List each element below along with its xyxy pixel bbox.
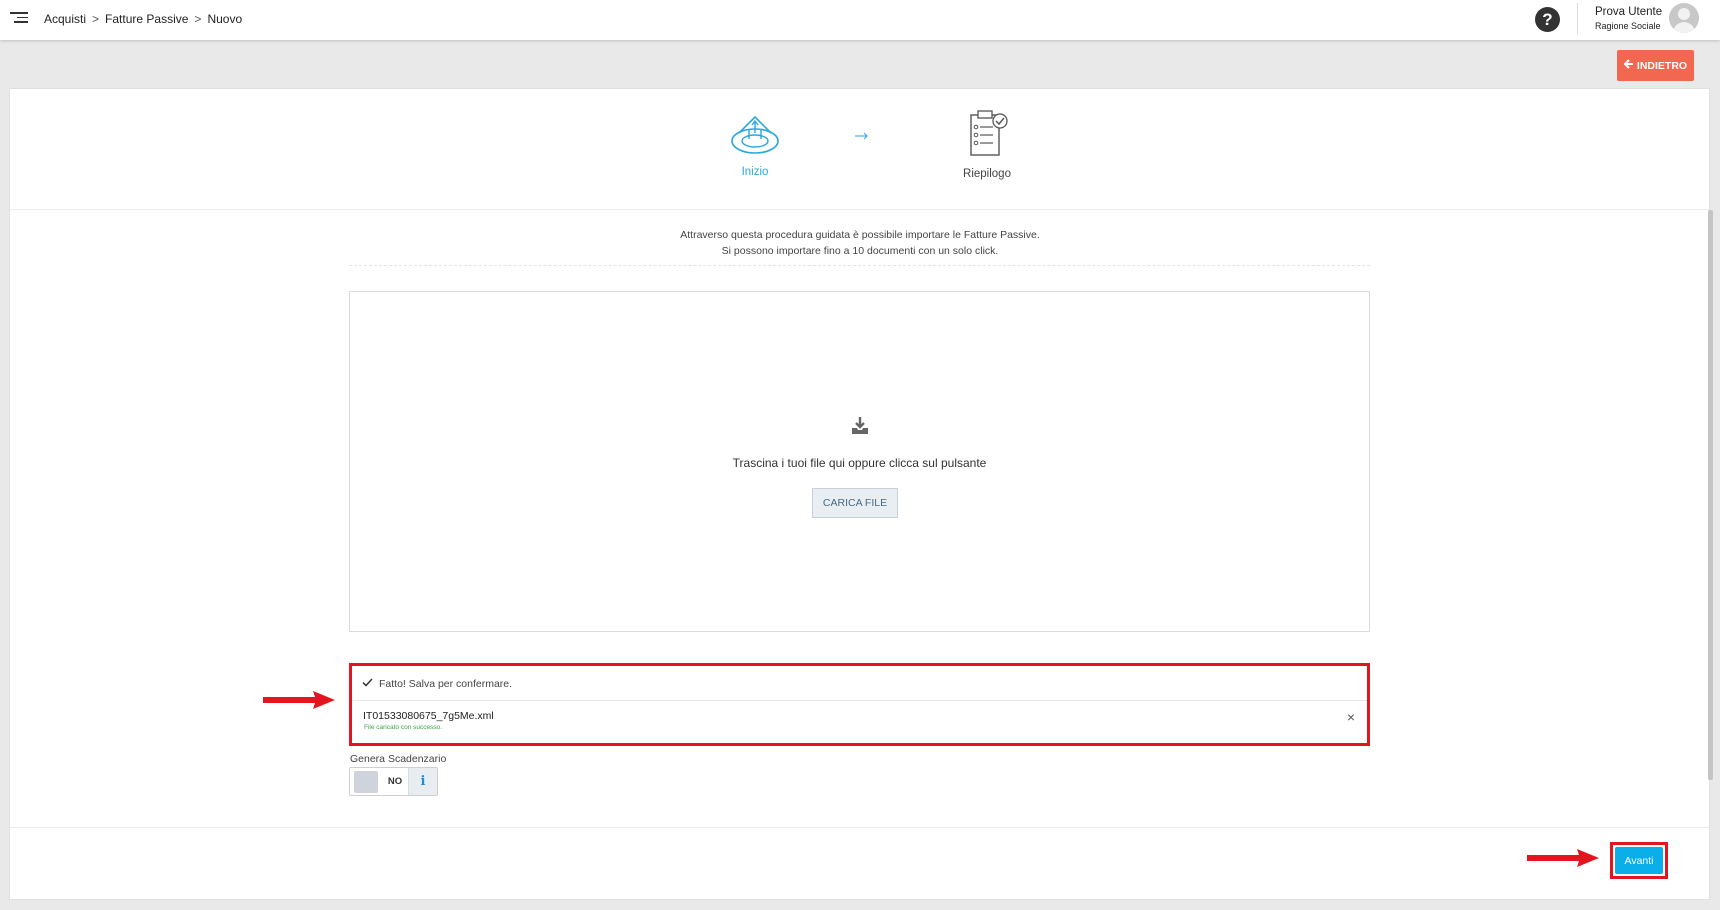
back-button[interactable]: INDIETRO — [1617, 50, 1694, 81]
uploaded-file-name: IT01533080675_7g5Me.xml — [363, 710, 494, 722]
next-button-highlight: Avanti — [1610, 842, 1668, 879]
remove-file-icon[interactable]: × — [1347, 710, 1355, 724]
divider — [352, 700, 1367, 701]
toggle-knob[interactable] — [354, 771, 378, 793]
divider — [10, 827, 1709, 828]
scadenzario-toggle[interactable]: NO i — [349, 767, 438, 796]
help-icon[interactable]: ? — [1535, 7, 1560, 32]
annotation-arrow-icon — [263, 691, 335, 709]
upload-status-text: Fatto! Salva per confermare. — [379, 678, 513, 690]
breadcrumb-item-nuovo: Nuovo — [207, 12, 243, 26]
breadcrumb-item-acquisti[interactable]: Acquisti — [44, 12, 86, 26]
top-bar: Acquisti > Fatture Passive > Nuovo ? Pro… — [0, 0, 1720, 40]
wizard-card: Inizio Riepilogo Attraverso questa proce… — [9, 88, 1710, 900]
menu-icon[interactable] — [10, 12, 28, 28]
arrow-right-icon — [855, 129, 869, 143]
step-label: Riepilogo — [963, 168, 1011, 180]
annotation-arrow-icon — [1527, 849, 1599, 867]
step-inizio[interactable]: Inizio — [710, 111, 800, 178]
file-dropzone[interactable]: Trascina i tuoi file qui oppure clicca s… — [349, 291, 1370, 632]
next-button[interactable]: Avanti — [1615, 847, 1663, 874]
header-divider — [1577, 3, 1578, 35]
breadcrumb-separator: > — [92, 12, 100, 26]
breadcrumb-item-fatture-passive[interactable]: Fatture Passive — [105, 12, 188, 26]
scadenzario-label: Genera Scadenzario — [350, 753, 447, 765]
step-label: Inizio — [741, 166, 769, 178]
step-riepilogo[interactable]: Riepilogo — [942, 109, 1032, 180]
check-icon — [362, 678, 373, 690]
user-info[interactable]: Prova Utente Ragione Sociale — [1595, 5, 1662, 33]
divider — [349, 265, 1370, 266]
download-tray-icon — [850, 416, 870, 436]
upload-status: Fatto! Salva per confermare. — [362, 678, 512, 690]
upload-result-panel: Fatto! Salva per confermare. IT015330806… — [349, 663, 1370, 746]
intro-text: Attraverso questa procedura guidata è po… — [350, 227, 1370, 259]
user-company: Ragione Sociale — [1595, 21, 1661, 31]
back-button-label: INDIETRO — [1636, 59, 1688, 72]
checklist-icon — [965, 110, 1009, 162]
dropzone-text: Trascina i tuoi file qui oppure clicca s… — [732, 456, 987, 470]
arrow-left-icon — [1623, 59, 1634, 72]
uploaded-file-status: File caricato con successo. — [364, 724, 443, 731]
user-name: Prova Utente — [1595, 6, 1663, 18]
intro-line: Attraverso questa procedura guidata è po… — [680, 229, 1040, 241]
toggle-value: NO — [382, 768, 409, 795]
avatar[interactable] — [1669, 3, 1699, 33]
breadcrumb-separator: > — [194, 12, 202, 26]
info-icon[interactable]: i — [409, 768, 437, 795]
divider — [10, 209, 1709, 210]
breadcrumb: Acquisti > Fatture Passive > Nuovo — [44, 12, 242, 26]
upload-file-button[interactable]: CARICA FILE — [812, 488, 898, 518]
intro-line: Si possono importare fino a 10 documenti… — [721, 245, 999, 257]
scrollbar[interactable] — [1708, 210, 1713, 780]
home-upload-icon — [729, 115, 781, 160]
